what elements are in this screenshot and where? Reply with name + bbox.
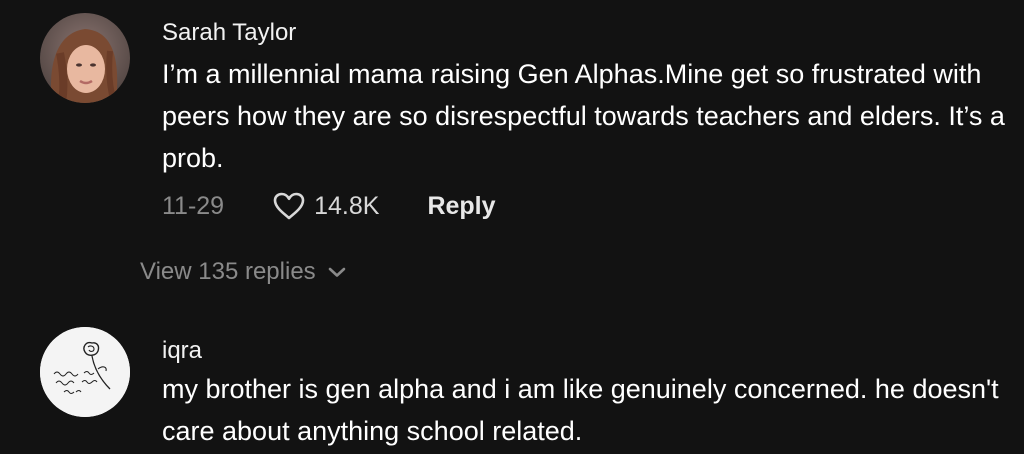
heart-outline-icon — [273, 192, 305, 220]
comment-text: my brother is gen alpha and i am like ge… — [162, 374, 999, 446]
comment-item: Sarah Taylor I’m a millennial mama raisi… — [0, 0, 1024, 300]
like-count: 14.8K — [314, 191, 380, 220]
comment-item: iqra my brother is gen alpha and i am li… — [0, 300, 1024, 454]
comment-author[interactable]: Sarah Taylor — [162, 19, 296, 47]
view-replies-button[interactable]: View 135 replies — [140, 252, 346, 292]
like-button[interactable]: 14.8K — [272, 191, 379, 221]
chevron-down-icon — [328, 267, 345, 277]
comment-date: 11-29 — [162, 191, 225, 220]
comment-meta: 11-29 14.8K Reply — [162, 186, 496, 226]
person-photo-avatar-icon — [40, 13, 130, 103]
rose-sketch-avatar-icon — [40, 327, 130, 417]
view-replies-label: View 135 replies — [140, 258, 316, 285]
avatar[interactable] — [40, 327, 130, 417]
reply-button[interactable]: Reply — [427, 192, 495, 221]
comment-text: I’m a millennial mama raising Gen Alphas… — [162, 59, 1005, 173]
avatar[interactable] — [40, 13, 130, 103]
comment-author[interactable]: iqra — [162, 337, 202, 365]
